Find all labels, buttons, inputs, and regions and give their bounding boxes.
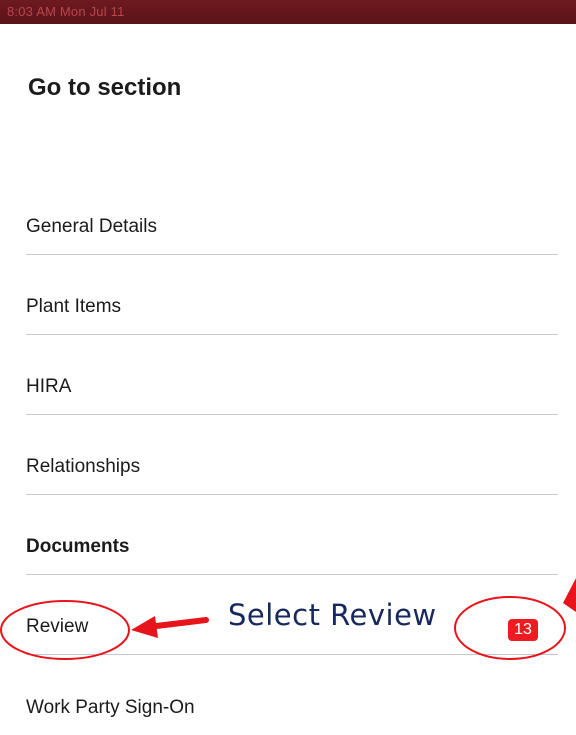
section-item-relationships[interactable]: Relationships <box>26 415 558 495</box>
section-item-label: General Details <box>26 216 157 237</box>
callout-select-review: Select Review <box>228 598 437 632</box>
section-item-label: Relationships <box>26 456 141 477</box>
sheet-title: Go to section <box>28 74 182 101</box>
status-time-date: 8:03 AM Mon Jul 11 <box>7 4 125 19</box>
section-item-general-details[interactable]: General Details <box>26 175 558 255</box>
review-count-badge: 13 <box>508 619 538 641</box>
section-list: General Details Plant Items HIRA Relatio… <box>26 175 558 735</box>
edge-arrow-head <box>563 578 576 612</box>
section-item-plant-items[interactable]: Plant Items <box>26 255 558 335</box>
section-item-work-party-sign-on[interactable]: Work Party Sign-On <box>26 655 558 735</box>
section-item-label: HIRA <box>26 376 72 397</box>
section-item-label: Review <box>26 616 89 637</box>
section-item-label: Work Party Sign-On <box>26 697 195 718</box>
status-bar: 8:03 AM Mon Jul 11 <box>0 0 576 24</box>
section-item-documents[interactable]: Documents <box>26 495 558 575</box>
section-item-label: Plant Items <box>26 296 122 317</box>
section-item-hira[interactable]: HIRA <box>26 335 558 415</box>
section-item-label: Documents <box>26 536 130 557</box>
